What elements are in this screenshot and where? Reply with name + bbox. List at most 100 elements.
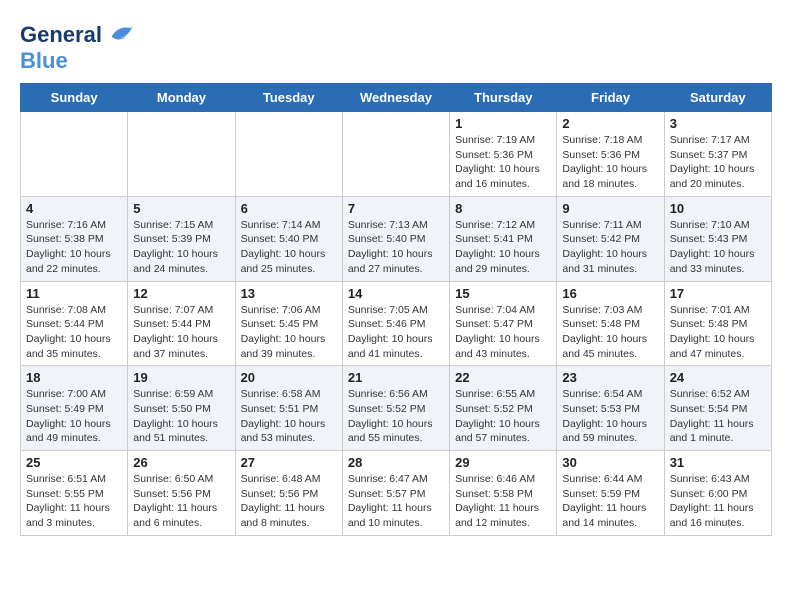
day-info: Sunrise: 6:58 AM Sunset: 5:51 PM Dayligh…	[241, 387, 337, 446]
day-info: Sunrise: 6:43 AM Sunset: 6:00 PM Dayligh…	[670, 472, 766, 531]
calendar-week-row: 11 Sunrise: 7:08 AM Sunset: 5:44 PM Dayli…	[21, 281, 772, 366]
day-number: 16	[562, 286, 658, 301]
day-info: Sunrise: 7:19 AM Sunset: 5:36 PM Dayligh…	[455, 133, 551, 192]
day-number: 26	[133, 455, 229, 470]
calendar-cell: 4Sunrise: 7:16 AM Sunset: 5:38 PM Daylig…	[21, 196, 128, 281]
calendar-cell: 10 Sunrise: 7:10 AM Sunset: 5:43 PM Dayli…	[664, 196, 771, 281]
calendar-cell: 25 Sunrise: 6:51 AM Sunset: 5:55 PM Dayli…	[21, 451, 128, 536]
day-info: Sunrise: 6:55 AM Sunset: 5:52 PM Dayligh…	[455, 387, 551, 446]
calendar-cell	[128, 112, 235, 197]
day-number: 25	[26, 455, 122, 470]
day-number: 9	[562, 201, 658, 216]
day-info: Sunrise: 6:52 AM Sunset: 5:54 PM Dayligh…	[670, 387, 766, 446]
day-info: Sunrise: 7:07 AM Sunset: 5:44 PM Dayligh…	[133, 303, 229, 362]
calendar-header-row: SundayMondayTuesdayWednesdayThursdayFrid…	[21, 84, 772, 112]
day-info: Sunrise: 7:17 AM Sunset: 5:37 PM Dayligh…	[670, 133, 766, 192]
day-number: 22	[455, 370, 551, 385]
day-number: 12	[133, 286, 229, 301]
calendar-day-header: Tuesday	[235, 84, 342, 112]
calendar-cell: 22 Sunrise: 6:55 AM Sunset: 5:52 PM Dayli…	[450, 366, 557, 451]
calendar-cell: 18 Sunrise: 7:00 AM Sunset: 5:49 PM Dayli…	[21, 366, 128, 451]
day-info: Sunrise: 7:14 AM Sunset: 5:40 PM Dayligh…	[241, 218, 337, 277]
day-info: Sunrise: 6:50 AM Sunset: 5:56 PM Dayligh…	[133, 472, 229, 531]
day-info: Sunrise: 6:47 AM Sunset: 5:57 PM Dayligh…	[348, 472, 444, 531]
calendar-week-row: 18 Sunrise: 7:00 AM Sunset: 5:49 PM Dayli…	[21, 366, 772, 451]
calendar-cell: 7 Sunrise: 7:13 AM Sunset: 5:40 PM Daylig…	[342, 196, 449, 281]
day-number: 30	[562, 455, 658, 470]
calendar-cell: 17 Sunrise: 7:01 AM Sunset: 5:48 PM Dayli…	[664, 281, 771, 366]
day-number: 23	[562, 370, 658, 385]
calendar-week-row: 25 Sunrise: 6:51 AM Sunset: 5:55 PM Dayli…	[21, 451, 772, 536]
calendar-cell: 29Sunrise: 6:46 AM Sunset: 5:58 PM Dayli…	[450, 451, 557, 536]
day-info: Sunrise: 7:05 AM Sunset: 5:46 PM Dayligh…	[348, 303, 444, 362]
calendar-cell: 1 Sunrise: 7:19 AM Sunset: 5:36 PM Daylig…	[450, 112, 557, 197]
day-number: 24	[670, 370, 766, 385]
day-number: 7	[348, 201, 444, 216]
calendar-day-header: Thursday	[450, 84, 557, 112]
day-info: Sunrise: 6:46 AM Sunset: 5:58 PM Dayligh…	[455, 472, 551, 531]
calendar-cell: 26 Sunrise: 6:50 AM Sunset: 5:56 PM Dayli…	[128, 451, 235, 536]
day-number: 6	[241, 201, 337, 216]
calendar-cell	[342, 112, 449, 197]
calendar-day-header: Friday	[557, 84, 664, 112]
calendar-cell: 21 Sunrise: 6:56 AM Sunset: 5:52 PM Dayli…	[342, 366, 449, 451]
calendar-cell: 24 Sunrise: 6:52 AM Sunset: 5:54 PM Dayli…	[664, 366, 771, 451]
calendar-cell: 11 Sunrise: 7:08 AM Sunset: 5:44 PM Dayli…	[21, 281, 128, 366]
calendar-day-header: Saturday	[664, 84, 771, 112]
day-info: Sunrise: 7:12 AM Sunset: 5:41 PM Dayligh…	[455, 218, 551, 277]
day-number: 13	[241, 286, 337, 301]
day-number: 10	[670, 201, 766, 216]
calendar-cell: 19 Sunrise: 6:59 AM Sunset: 5:50 PM Dayli…	[128, 366, 235, 451]
logo-text: General	[20, 24, 102, 46]
calendar-cell: 2Sunrise: 7:18 AM Sunset: 5:36 PM Daylig…	[557, 112, 664, 197]
day-info: Sunrise: 6:48 AM Sunset: 5:56 PM Dayligh…	[241, 472, 337, 531]
day-number: 8	[455, 201, 551, 216]
day-info: Sunrise: 7:16 AM Sunset: 5:38 PM Dayligh…	[26, 218, 122, 277]
day-info: Sunrise: 6:56 AM Sunset: 5:52 PM Dayligh…	[348, 387, 444, 446]
day-number: 21	[348, 370, 444, 385]
calendar-day-header: Wednesday	[342, 84, 449, 112]
calendar-cell: 15Sunrise: 7:04 AM Sunset: 5:47 PM Dayli…	[450, 281, 557, 366]
calendar-table: SundayMondayTuesdayWednesdayThursdayFrid…	[20, 83, 772, 536]
day-number: 17	[670, 286, 766, 301]
day-info: Sunrise: 7:06 AM Sunset: 5:45 PM Dayligh…	[241, 303, 337, 362]
day-info: Sunrise: 6:59 AM Sunset: 5:50 PM Dayligh…	[133, 387, 229, 446]
calendar-cell: 9 Sunrise: 7:11 AM Sunset: 5:42 PM Daylig…	[557, 196, 664, 281]
day-info: Sunrise: 7:00 AM Sunset: 5:49 PM Dayligh…	[26, 387, 122, 446]
calendar-cell: 12 Sunrise: 7:07 AM Sunset: 5:44 PM Dayli…	[128, 281, 235, 366]
day-number: 11	[26, 286, 122, 301]
page-header: General Blue	[20, 20, 772, 73]
day-info: Sunrise: 7:11 AM Sunset: 5:42 PM Dayligh…	[562, 218, 658, 277]
calendar-cell: 8 Sunrise: 7:12 AM Sunset: 5:41 PM Daylig…	[450, 196, 557, 281]
calendar-cell: 6 Sunrise: 7:14 AM Sunset: 5:40 PM Daylig…	[235, 196, 342, 281]
calendar-day-header: Sunday	[21, 84, 128, 112]
day-info: Sunrise: 6:54 AM Sunset: 5:53 PM Dayligh…	[562, 387, 658, 446]
calendar-cell	[21, 112, 128, 197]
logo-text-blue: Blue	[20, 48, 68, 73]
day-info: Sunrise: 7:01 AM Sunset: 5:48 PM Dayligh…	[670, 303, 766, 362]
day-number: 5	[133, 201, 229, 216]
day-number: 15	[455, 286, 551, 301]
day-info: Sunrise: 7:18 AM Sunset: 5:36 PM Dayligh…	[562, 133, 658, 192]
logo-bird-icon	[104, 20, 134, 50]
calendar-cell: 20 Sunrise: 6:58 AM Sunset: 5:51 PM Dayli…	[235, 366, 342, 451]
calendar-cell: 5 Sunrise: 7:15 AM Sunset: 5:39 PM Daylig…	[128, 196, 235, 281]
calendar-week-row: 1 Sunrise: 7:19 AM Sunset: 5:36 PM Daylig…	[21, 112, 772, 197]
day-number: 18	[26, 370, 122, 385]
day-number: 28	[348, 455, 444, 470]
day-number: 19	[133, 370, 229, 385]
calendar-cell	[235, 112, 342, 197]
day-info: Sunrise: 7:08 AM Sunset: 5:44 PM Dayligh…	[26, 303, 122, 362]
calendar-cell: 13 Sunrise: 7:06 AM Sunset: 5:45 PM Dayli…	[235, 281, 342, 366]
calendar-cell: 16Sunrise: 7:03 AM Sunset: 5:48 PM Dayli…	[557, 281, 664, 366]
day-number: 1	[455, 116, 551, 131]
day-info: Sunrise: 6:51 AM Sunset: 5:55 PM Dayligh…	[26, 472, 122, 531]
day-number: 20	[241, 370, 337, 385]
day-number: 27	[241, 455, 337, 470]
calendar-cell: 3Sunrise: 7:17 AM Sunset: 5:37 PM Daylig…	[664, 112, 771, 197]
day-info: Sunrise: 7:13 AM Sunset: 5:40 PM Dayligh…	[348, 218, 444, 277]
day-info: Sunrise: 7:15 AM Sunset: 5:39 PM Dayligh…	[133, 218, 229, 277]
day-info: Sunrise: 6:44 AM Sunset: 5:59 PM Dayligh…	[562, 472, 658, 531]
day-info: Sunrise: 7:10 AM Sunset: 5:43 PM Dayligh…	[670, 218, 766, 277]
calendar-cell: 31Sunrise: 6:43 AM Sunset: 6:00 PM Dayli…	[664, 451, 771, 536]
